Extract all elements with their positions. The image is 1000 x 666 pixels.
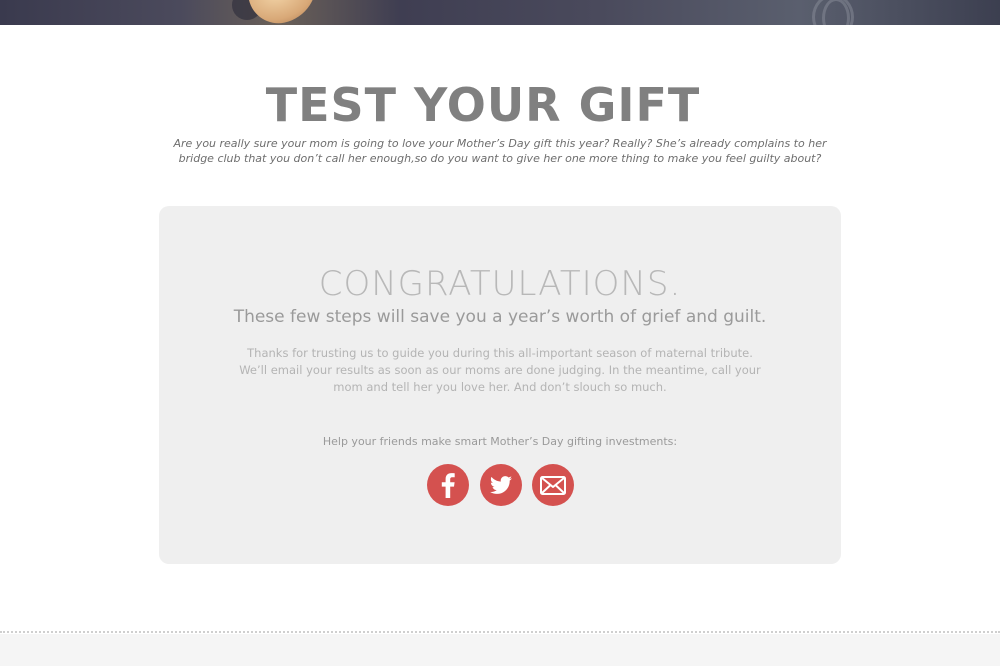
- page-title: TEST YOUR GIFT: [265, 78, 701, 132]
- result-panel: CONGRATULATIONS. These few steps will sa…: [159, 206, 841, 564]
- facebook-icon: [441, 473, 455, 498]
- result-body-text: Thanks for trusting us to guide you duri…: [239, 346, 761, 394]
- hero-arc-shape-inner: [822, 0, 850, 25]
- hero-image: [0, 0, 1000, 25]
- share-label: Help your friends make smart Mother’s Da…: [322, 435, 678, 448]
- footer: [0, 634, 1000, 666]
- result-subheading: These few steps will save you a year’s w…: [233, 307, 767, 327]
- twitter-icon: [490, 476, 512, 494]
- email-share-button[interactable]: [532, 464, 574, 506]
- email-icon: [540, 476, 566, 495]
- facebook-share-button[interactable]: [427, 464, 469, 506]
- hero-hand-shape: [246, 0, 324, 25]
- congratulations-heading: CONGRATULATIONS.: [318, 264, 682, 304]
- share-buttons: [427, 464, 575, 506]
- intro-text: Are you really sure your mom is going to…: [173, 137, 827, 165]
- twitter-share-button[interactable]: [480, 464, 522, 506]
- footer-divider: [0, 631, 1000, 633]
